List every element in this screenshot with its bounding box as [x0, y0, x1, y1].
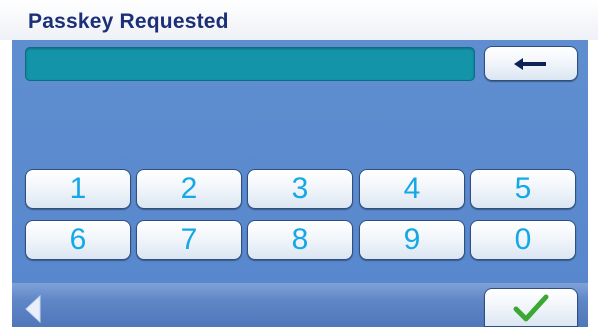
- page-title: Passkey Requested: [28, 10, 229, 33]
- keypad-panel: 1 2 3 4 5 6 7 8 9 0: [12, 40, 588, 283]
- key-6[interactable]: 6: [25, 220, 131, 260]
- footer-bar: [12, 283, 588, 327]
- key-1[interactable]: 1: [25, 169, 131, 209]
- key-4[interactable]: 4: [359, 169, 465, 209]
- backspace-button[interactable]: [484, 46, 578, 81]
- back-triangle-icon: [25, 294, 41, 324]
- key-5[interactable]: 5: [470, 169, 576, 209]
- key-9[interactable]: 9: [359, 220, 465, 260]
- passkey-screen: Passkey Requested 1 2 3 4 5 6 7 8 9 0: [0, 0, 598, 327]
- key-7[interactable]: 7: [136, 220, 242, 260]
- passkey-input[interactable]: [25, 47, 475, 81]
- key-0[interactable]: 0: [470, 220, 576, 260]
- back-button[interactable]: [24, 294, 42, 327]
- left-arrow-icon: [514, 57, 546, 70]
- key-3[interactable]: 3: [247, 169, 353, 209]
- key-2[interactable]: 2: [136, 169, 242, 209]
- checkmark-icon: [513, 294, 549, 321]
- key-8[interactable]: 8: [247, 220, 353, 260]
- confirm-button[interactable]: [484, 288, 578, 327]
- title-bar: Passkey Requested: [0, 0, 598, 40]
